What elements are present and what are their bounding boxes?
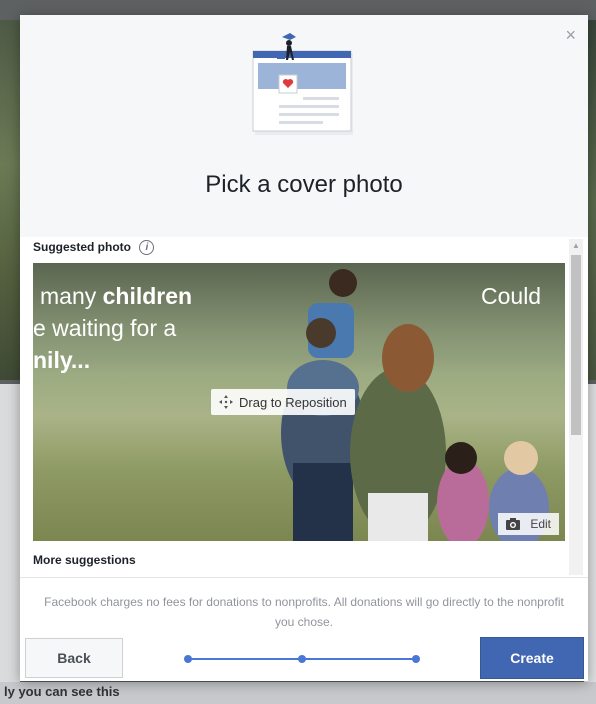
dialog-footer: Facebook charges no fees for donations t… <box>20 577 588 681</box>
scrollbar[interactable]: ▲ <box>569 239 583 575</box>
suggested-photo-label: Suggested photo <box>33 240 131 254</box>
photo-caption-line1-bold: children <box>102 283 193 309</box>
photo-caption-right: Could <box>481 283 542 309</box>
cover-photo-dialog: × Pick a cover photo Suggested photo i m… <box>20 15 588 681</box>
photo-caption-line3: nily... <box>33 347 91 373</box>
step-3-dot <box>412 655 420 663</box>
step-1-dot <box>184 655 192 663</box>
step-2-dot <box>298 655 306 663</box>
photo-caption-line1-prefix: many <box>40 283 103 309</box>
background-cover-left <box>0 20 20 380</box>
move-icon <box>219 395 233 409</box>
fees-notice: Facebook charges no fees for donations t… <box>44 595 564 629</box>
step-progress <box>184 655 420 663</box>
scroll-thumb[interactable] <box>571 255 581 435</box>
drag-to-reposition[interactable]: Drag to Reposition <box>211 389 355 415</box>
info-icon[interactable]: i <box>139 240 155 256</box>
suggested-photo-heading: Suggested photo i <box>33 240 155 256</box>
photo-caption-line2: e waiting for a <box>33 315 177 341</box>
cover-photo-preview[interactable]: many children e waiting for a nily... Co… <box>33 263 565 541</box>
photo-caption-line1: many children <box>40 283 192 310</box>
close-icon[interactable]: × <box>565 25 576 46</box>
back-button[interactable]: Back <box>25 638 123 678</box>
edit-label: Edit <box>530 517 551 531</box>
scroll-up-icon[interactable]: ▲ <box>572 241 580 250</box>
dialog-title: Pick a cover photo <box>205 171 403 198</box>
background-card-left <box>0 384 20 704</box>
background-bottom-text: ly you can see this <box>4 684 120 699</box>
edit-photo-button[interactable]: Edit <box>498 513 559 535</box>
more-suggestions-heading: More suggestions <box>33 553 136 567</box>
drag-label: Drag to Reposition <box>239 394 347 410</box>
create-button[interactable]: Create <box>480 637 584 679</box>
camera-icon <box>506 518 521 530</box>
dialog-header: × Pick a cover photo <box>20 15 588 237</box>
cover-illustration <box>252 33 353 135</box>
